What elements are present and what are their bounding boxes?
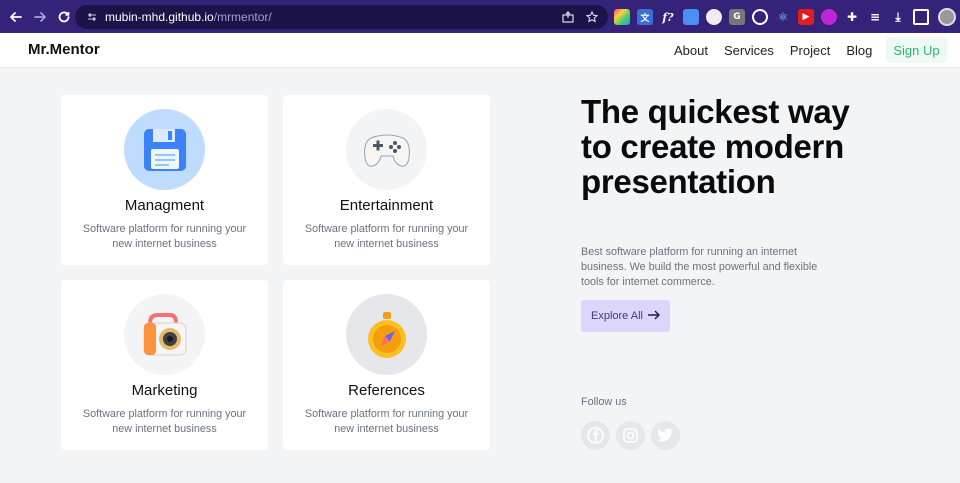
follow-label: Follow us	[581, 396, 627, 408]
translate-extension-icon[interactable]: 文	[637, 9, 653, 25]
compass-icon	[346, 294, 427, 375]
facebook-icon[interactable]	[581, 421, 610, 450]
card-title: Entertainment	[339, 197, 434, 214]
url-path: /mrmentor/	[213, 10, 272, 24]
card-description: Software platform for running your new i…	[82, 408, 247, 435]
floppy-disk-icon	[124, 109, 205, 190]
video-extension-icon[interactable]: ▶	[798, 9, 814, 25]
color-extension-icon[interactable]	[614, 9, 630, 25]
card-title: Marketing	[131, 382, 198, 399]
extensions-bar: 文 f? G ⚛ ▶ ✚ ≡ ⤓	[614, 7, 956, 27]
menu-blog[interactable]: Blog	[846, 43, 872, 58]
hero-description: Best software platform for running an in…	[581, 246, 818, 288]
reading-list-icon[interactable]: ≡	[867, 9, 883, 25]
camera-icon	[124, 294, 205, 375]
url-text: mubin-mhd.github.io/mrmentor/	[105, 10, 272, 24]
browser-toolbar: mubin-mhd.github.io/mrmentor/ 文 f? G ⚛ ▶…	[0, 0, 960, 33]
hero-title: The quickest way to create modern presen…	[581, 93, 850, 200]
download-icon[interactable]: ⤓	[890, 9, 906, 25]
cloud-extension-icon[interactable]	[706, 9, 722, 25]
gamepad-icon	[346, 109, 427, 190]
card-title: Managment	[124, 197, 205, 214]
card-description: Software platform for running your new i…	[304, 223, 469, 250]
card-managment[interactable]: Managment Software platform for running …	[61, 95, 268, 265]
arrow-right-icon	[647, 310, 660, 323]
menu-services[interactable]: Services	[724, 43, 774, 58]
card-references[interactable]: References Software platform for running…	[283, 280, 490, 450]
web-extension-icon[interactable]	[821, 9, 837, 25]
card-title: References	[348, 382, 425, 399]
docs-extension-icon[interactable]	[683, 9, 699, 25]
main-menu: About Services Project Blog	[674, 43, 888, 58]
site-logo[interactable]: Mr.Mentor	[28, 41, 100, 58]
grammar-extension-icon[interactable]: G	[729, 9, 745, 25]
explore-all-button[interactable]: Explore All	[581, 300, 670, 332]
back-icon[interactable]	[4, 5, 28, 29]
puzzle-icon[interactable]: ✚	[844, 9, 860, 25]
site-header: Mr.Mentor About Services Project Blog Si…	[0, 33, 960, 68]
card-description: Software platform for running your new i…	[82, 223, 247, 250]
instagram-icon[interactable]	[616, 421, 645, 450]
explore-all-label: Explore All	[591, 310, 643, 322]
url-host: mubin-mhd.github.io	[105, 10, 214, 24]
bookmark-star-icon[interactable]	[584, 8, 600, 26]
card-entertainment[interactable]: Entertainment Software platform for runn…	[283, 95, 490, 265]
signup-button[interactable]: Sign Up	[886, 37, 947, 63]
menu-about[interactable]: About	[674, 43, 708, 58]
site-info-icon[interactable]	[85, 10, 99, 24]
target-extension-icon[interactable]	[752, 9, 768, 25]
share-icon[interactable]	[560, 8, 576, 26]
reload-icon[interactable]	[52, 5, 76, 29]
fonts-extension-icon[interactable]: f?	[660, 9, 676, 25]
twitter-icon[interactable]	[651, 421, 680, 450]
profile-avatar[interactable]	[938, 8, 956, 26]
card-marketing[interactable]: Marketing Software platform for running …	[61, 280, 268, 450]
address-bar[interactable]: mubin-mhd.github.io/mrmentor/	[75, 5, 608, 29]
menu-project[interactable]: Project	[790, 43, 830, 58]
react-extension-icon[interactable]: ⚛	[775, 9, 791, 25]
forward-icon[interactable]	[28, 5, 52, 29]
card-description: Software platform for running your new i…	[304, 408, 469, 435]
side-panel-icon[interactable]	[913, 9, 929, 25]
nav-buttons	[4, 5, 76, 29]
